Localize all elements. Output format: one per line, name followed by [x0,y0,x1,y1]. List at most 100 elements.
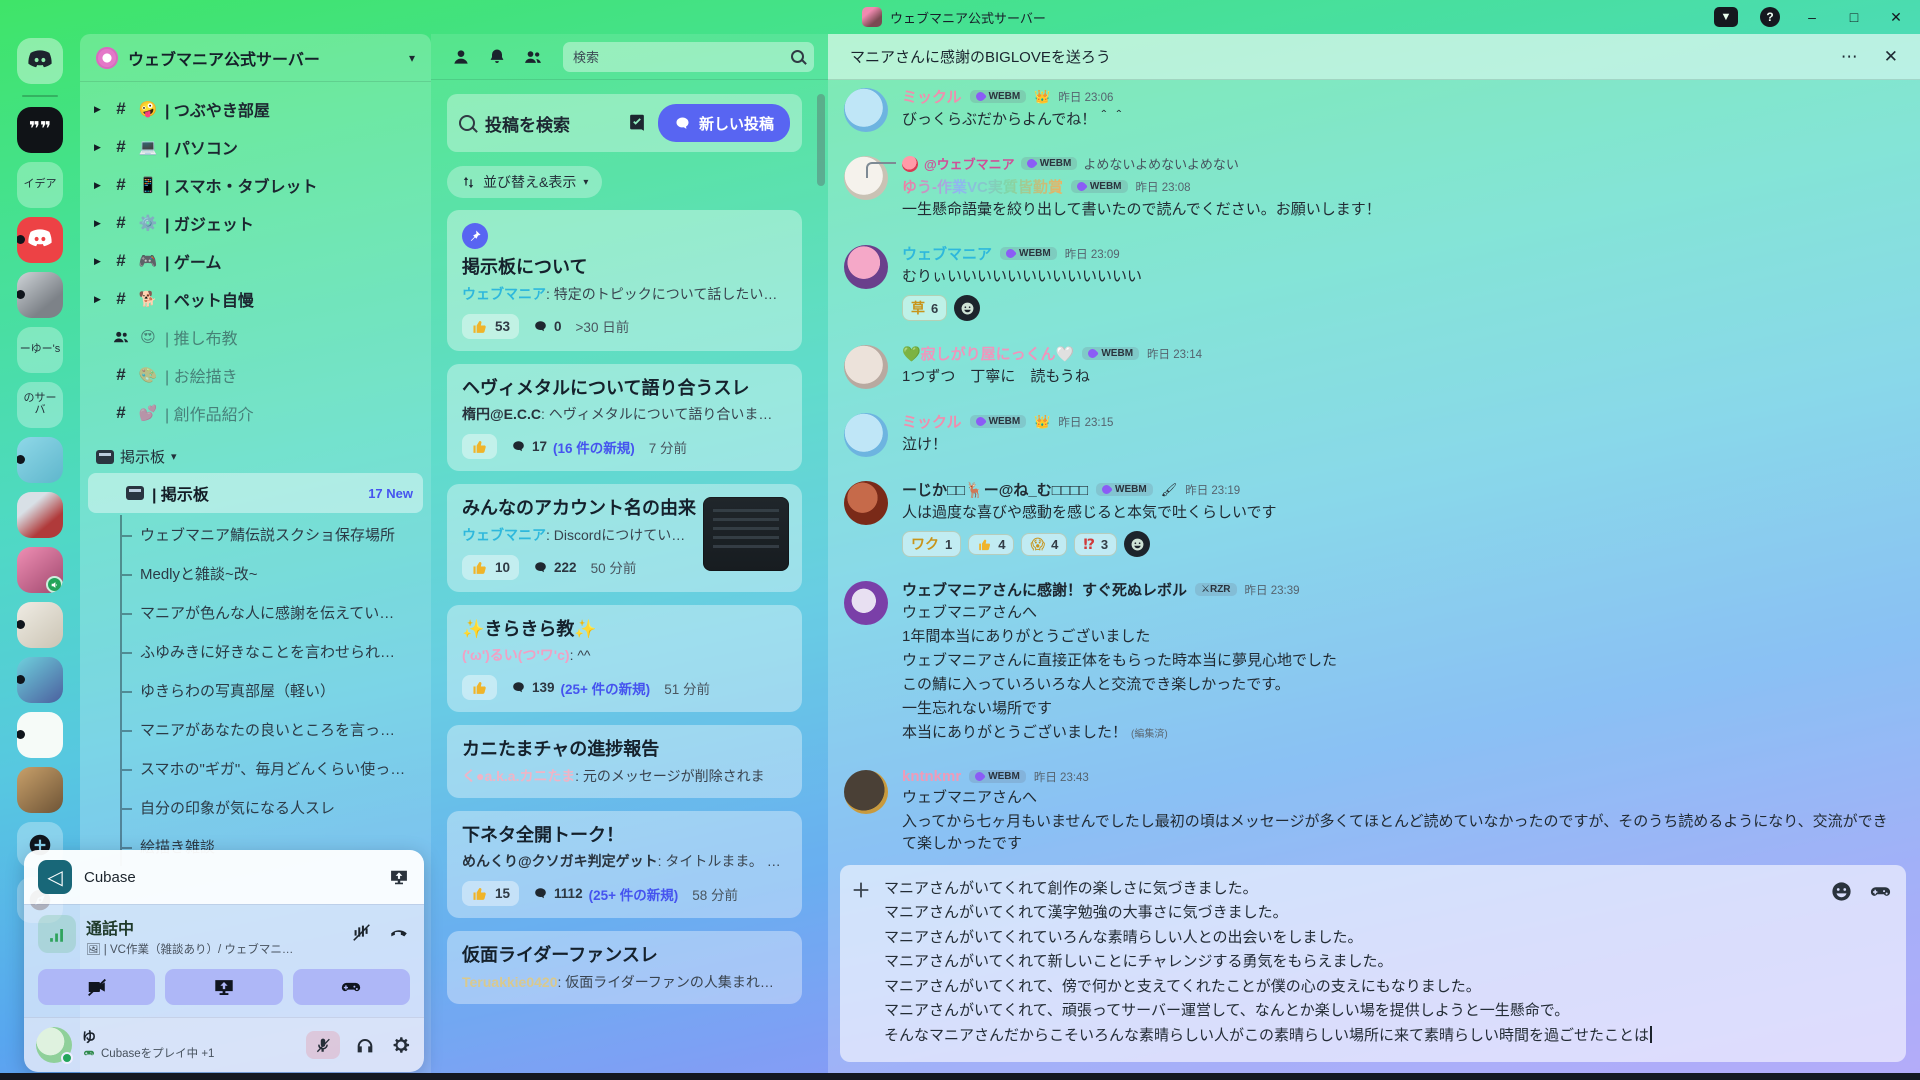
message-author[interactable]: ミックル [902,86,962,107]
server-icon-discord-home[interactable] [17,38,63,84]
add-reaction-button[interactable] [954,295,980,321]
message-author[interactable]: ミックル [902,411,962,432]
channel-keijiban-selected[interactable]: | 掲示板 17 New [88,473,423,513]
more-options-icon[interactable]: ⋯ [1841,47,1858,67]
microphone-muted-icon[interactable] [306,1031,340,1059]
server-icon-server-blue-face[interactable] [17,437,63,483]
server-icon-server-easel[interactable] [17,712,63,758]
screen-share-button[interactable] [165,969,282,1005]
gif-apps-icon[interactable] [1869,880,1892,903]
notifications-icon[interactable] [487,47,507,67]
disconnect-call-icon[interactable] [388,921,410,943]
server-icon-server-hooded-avatar[interactable] [17,272,63,318]
composer-input[interactable]: マニアさんがいてくれて創作の楽しさに気づきました。マニアさんがいてくれて漢字勉強… [884,877,1818,1049]
like-count-pill[interactable]: 15 [462,881,519,906]
server-icon-server-idea[interactable]: イデア [17,162,63,208]
forum-post-card-4[interactable]: カニたまチャの進捗報告く●a.k.a.カニたま: 元のメッセージが削除されま [447,725,802,798]
like-count-pill[interactable]: 10 [462,555,519,580]
reaction-pill[interactable]: ⁉3 [1074,533,1117,556]
server-icon-server-yuu[interactable]: ーゆー's [17,327,63,373]
forum-post-card-6[interactable]: 仮面ライダーファンスレTeruakkie0420: 仮面ライダーファンの人集まれ… [447,931,802,1004]
message-author[interactable]: ゆう-作業VC実質皆勤賞 [902,176,1063,197]
server-icon-server-pink-anime[interactable] [17,547,63,593]
sort-display-button[interactable]: 並び替え&表示 ▾ [447,166,602,198]
server-icon-server-99[interactable]: ❞❞ [17,107,63,153]
thread-item-7[interactable]: 自分の印象が気になる人スレ [122,788,422,827]
reply-reference[interactable]: @ウェブマニアWEBMよめないよめないよめない [902,154,1896,173]
message-avatar[interactable] [844,245,888,289]
user-avatar[interactable] [36,1027,72,1063]
thread-item-5[interactable]: マニアがあなたの良いところを言っ… [122,710,422,749]
thread-item-2[interactable]: マニアが色んな人に感謝を伝えてい… [122,593,422,632]
message-avatar[interactable] [844,413,888,457]
reaction-pill[interactable]: ワク1 [902,531,961,557]
channel-row-4[interactable]: ▶#🎮| ゲーム [86,242,421,280]
close-button[interactable]: ✕ [1886,7,1906,27]
channel-row-7[interactable]: #🎨| お絵描き [86,356,421,394]
channel-row-5[interactable]: ▶#🐕| ペット自慢 [86,280,421,318]
maximize-button[interactable]: □ [1844,7,1864,27]
voice-channel-label[interactable]: 🖼 | VC作業（雑談あり）/ ウェブマニア公式… [86,941,301,957]
forum-post-card-1[interactable]: ヘヴィメタルについて語り合うスレ楕円@E.C.C: ヘヴィメタルについて語り合い… [447,364,802,472]
server-icon-server-discord-red[interactable] [17,217,63,263]
forum-post-card-5[interactable]: 下ネタ全開トーク！めんくり@クソガキ判定ゲット: タイトルまま。 …151112… [447,811,802,919]
message-author[interactable]: kntnkmr [902,768,961,785]
forum-scrollbar[interactable] [817,94,825,186]
message-author[interactable]: ーじか□□🦌ー@ね_む□□□□ [902,479,1088,500]
camera-button[interactable] [38,969,155,1005]
server-icon-server-fireworks[interactable] [17,492,63,538]
forum-post-card-3[interactable]: ✨きらきら教✨('ω')るい(つ'ワ'c): ^^139(25+ 件の新規)51… [447,605,802,713]
add-reaction-button[interactable] [1124,531,1150,557]
channel-row-1[interactable]: ▶#💻| パソコン [86,128,421,166]
help-icon[interactable]: ? [1760,7,1780,27]
activities-button[interactable] [293,969,410,1005]
post-search-bar[interactable]: 投稿を検索 新しい投稿 [447,94,802,152]
server-icon-server-teal-kiss[interactable] [17,657,63,703]
tag-filter-icon[interactable] [626,112,648,134]
search-input[interactable]: 検索 [563,42,814,72]
server-icon-server-nosaba[interactable]: のサーバ [17,382,63,428]
message-author[interactable]: 💚寂しがり屋にっくん🤍 [902,343,1074,364]
deafen-icon[interactable] [354,1034,376,1056]
category-keijiban[interactable]: 掲示板 ▾ [80,432,431,473]
emoji-picker-icon[interactable] [1830,880,1853,903]
channel-row-6[interactable]: 😍| 推し布教 [86,318,421,356]
channel-row-8[interactable]: #💕| 創作品紹介 [86,394,421,432]
reaction-pill[interactable]: 草6 [902,295,947,321]
like-count-pill[interactable]: 53 [462,314,519,339]
message-composer[interactable]: マニアさんがいてくれて創作の楽しさに気づきました。マニアさんがいてくれて漢字勉強… [840,865,1906,1063]
thread-item-3[interactable]: ふゆみきに好きなことを言わせられ… [122,632,422,671]
message-avatar[interactable] [844,88,888,132]
server-header[interactable]: ウェブマニア公式サーバー ▾ [80,34,431,82]
message-avatar[interactable] [844,345,888,389]
member-profile-icon[interactable] [451,47,471,67]
thread-item-1[interactable]: Medlyと雑談~改~ [122,554,422,593]
reaction-pill[interactable]: 4 [968,534,1014,555]
attach-plus-icon[interactable] [850,879,872,901]
reaction-pill[interactable]: 😱4 [1021,533,1067,556]
noise-suppression-icon[interactable] [350,921,372,943]
message-author[interactable]: ウェブマニアさんに感謝！すぐ死ぬレボル [902,579,1187,600]
thread-item-6[interactable]: スマホの"ギガ"、毎月どんくらい使っ… [122,749,422,788]
like-count-pill[interactable] [462,434,497,459]
thread-item-0[interactable]: ウェブマニア鯖伝説スクショ保存場所 [122,515,422,554]
message-author[interactable]: ウェブマニア [902,243,992,264]
new-post-button[interactable]: 新しい投稿 [658,104,790,142]
server-icon-server-white-girl[interactable] [17,602,63,648]
channel-row-3[interactable]: ▶#⚙️| ガジェット [86,204,421,242]
update-icon[interactable]: ▼ [1714,7,1738,27]
forum-post-card-2[interactable]: みんなのアカウント名の由来ウェブマニア: Discordにつけてい…102225… [447,484,802,592]
message-avatar[interactable] [844,481,888,525]
forum-post-card-0[interactable]: 掲示板についてウェブマニア: 特定のトピックについて話したい…530>30 日前 [447,210,802,351]
minimize-button[interactable]: – [1802,7,1822,27]
close-thread-icon[interactable]: ✕ [1884,47,1898,67]
stream-activity-icon[interactable] [388,867,410,887]
message-avatar[interactable] [844,770,888,814]
channel-row-2[interactable]: ▶#📱| スマホ・タブレット [86,166,421,204]
message-avatar[interactable] [844,581,888,625]
member-list-icon[interactable] [523,47,543,67]
server-icon-server-cat-sunglasses[interactable] [17,767,63,813]
channel-row-0[interactable]: ▶#🤪| つぶやき部屋 [86,90,421,128]
thread-item-4[interactable]: ゆきらわの写真部屋（軽い） [122,671,422,710]
settings-gear-icon[interactable] [390,1034,412,1056]
